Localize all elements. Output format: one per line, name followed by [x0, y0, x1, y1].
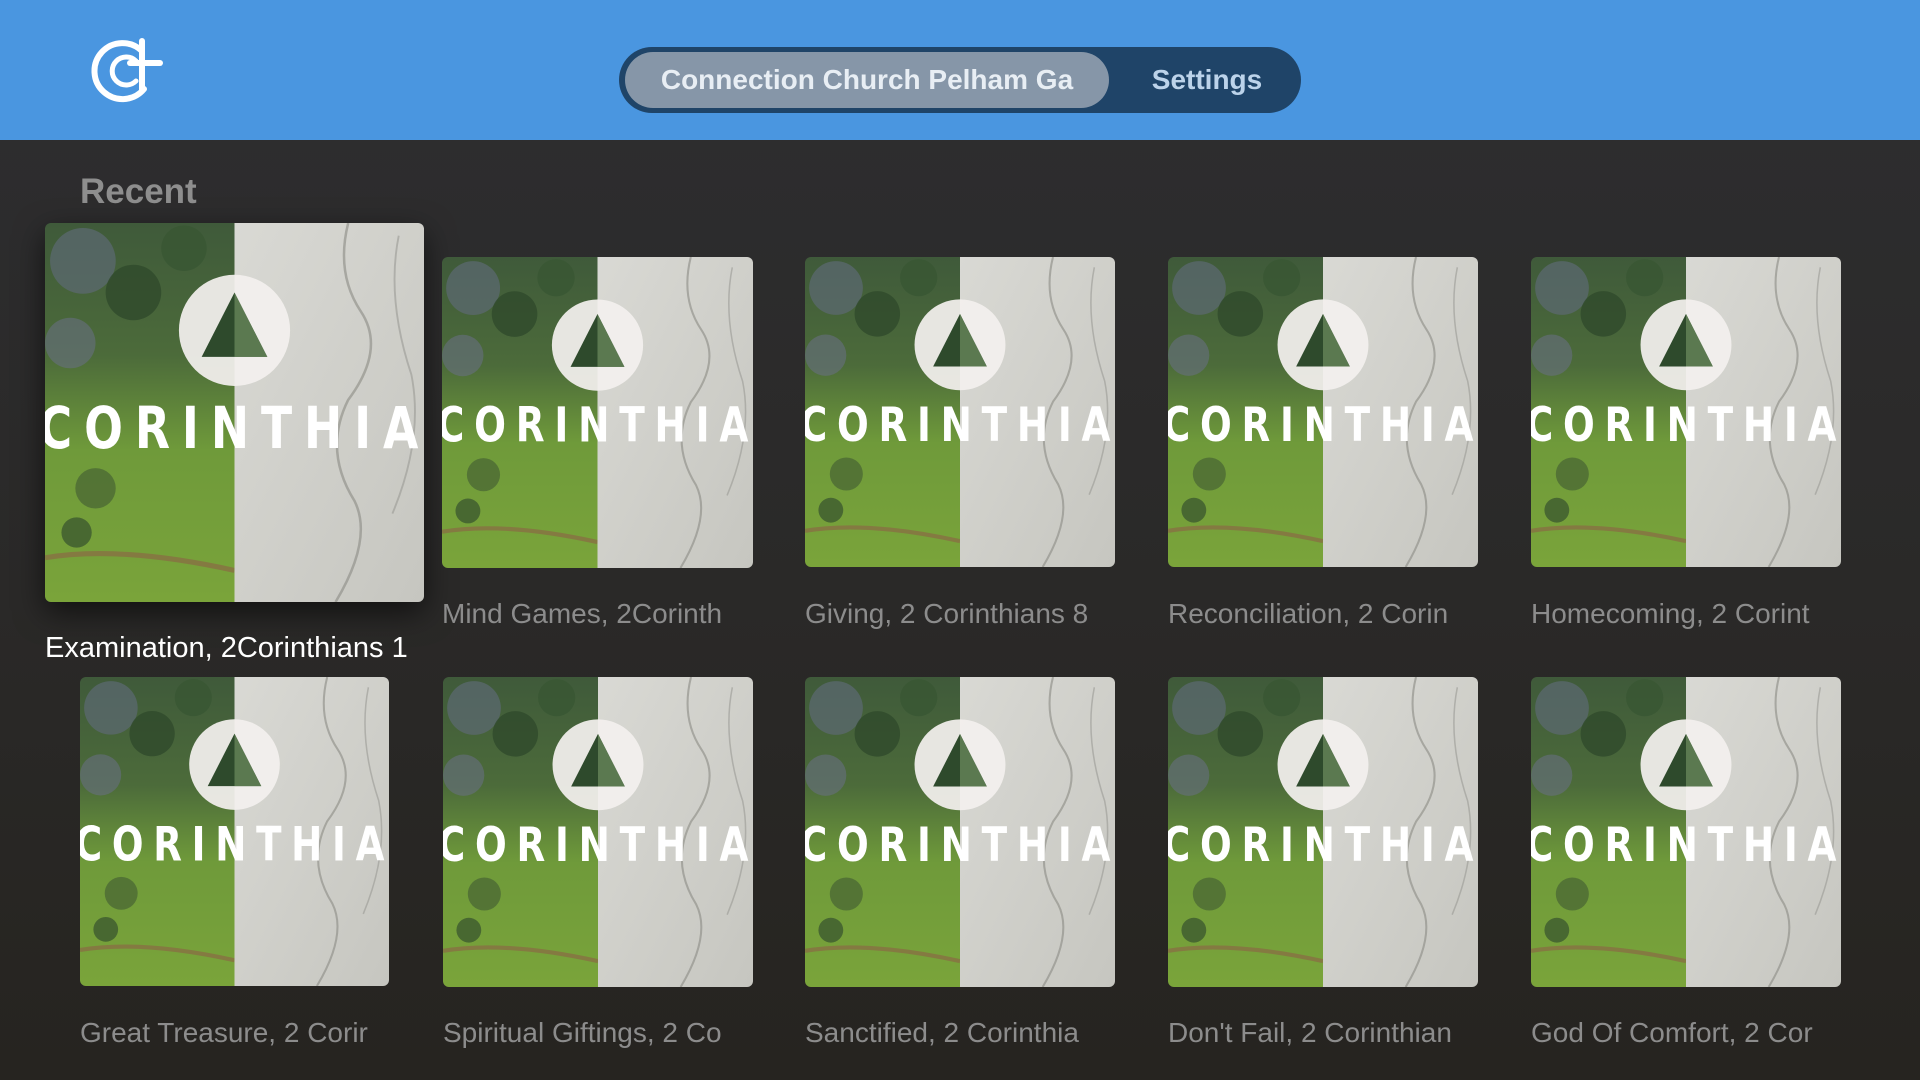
sermon-artwork: CORINTHIA	[805, 677, 1115, 987]
artwork-title-text: CORINTHIA	[442, 399, 753, 454]
sermon-artwork: CORINTHIA	[1168, 257, 1478, 567]
sermon-artwork: CORINTHIA	[45, 223, 424, 602]
artwork-title-text: CORINTHIA	[45, 394, 424, 462]
sermon-title: Sanctified, 2 Corinthia	[805, 1017, 1079, 1048]
sermon-artwork: CORINTHIA	[1531, 677, 1841, 987]
sermon-title: Reconciliation, 2 Corin	[1168, 598, 1449, 629]
artwork-title-text: CORINTHIA	[805, 398, 1115, 453]
sermon-tile[interactable]: CORINTHIA Don't Fail, 2 Corinthian	[1168, 677, 1478, 1053]
sermon-artwork: CORINTHIA	[443, 677, 753, 987]
sermon-artwork: CORINTHIA	[805, 257, 1115, 567]
sermon-artwork: CORINTHIA	[1168, 677, 1478, 987]
section-title-recent: Recent	[80, 172, 197, 211]
connection-church-logo-icon	[90, 33, 166, 109]
sermon-title: Mind Games, 2Corinth	[442, 598, 723, 629]
artwork-title-text: CORINTHIA	[1168, 398, 1478, 453]
sermon-title: Examination, 2Corinthians 1	[45, 632, 408, 664]
top-bar: Connection Church Pelham Ga Settings	[0, 0, 1920, 140]
artwork-title-text: CORINTHIA	[1531, 818, 1841, 873]
sermon-tile[interactable]: CORINTHIA God Of Comfort, 2 Cor	[1531, 677, 1841, 1053]
sermon-tile[interactable]: CORINTHIA Spiritual Giftings, 2 Co	[443, 677, 753, 1053]
sermon-title: God Of Comfort, 2 Cor	[1531, 1017, 1813, 1048]
sermon-tile[interactable]: CORINTHIA Examination, 2Corinthians 1	[45, 223, 424, 668]
sermon-tile[interactable]: CORINTHIA Great Treasure, 2 Corir	[80, 677, 389, 1053]
sermon-title: Giving, 2 Corinthians 8	[805, 598, 1089, 629]
sermon-tile[interactable]: CORINTHIA Sanctified, 2 Corinthia	[805, 677, 1115, 1053]
artwork-title-text: CORINTHIA	[80, 817, 389, 872]
sermon-artwork: CORINTHIA	[80, 677, 389, 986]
sermon-title: Great Treasure, 2 Corir	[80, 1017, 368, 1048]
sermon-tile[interactable]: CORINTHIA Giving, 2 Corinthians 8	[805, 257, 1115, 634]
top-nav: Connection Church Pelham Ga Settings	[619, 47, 1301, 113]
sermon-tile[interactable]: CORINTHIA Reconciliation, 2 Corin	[1168, 257, 1478, 634]
sermon-tile[interactable]: CORINTHIA Mind Games, 2Corinth	[442, 257, 753, 634]
sermon-title: Homecoming, 2 Corint	[1531, 598, 1810, 629]
artwork-title-text: CORINTHIA	[443, 818, 753, 873]
sermon-tile[interactable]: CORINTHIA Homecoming, 2 Corint	[1531, 257, 1841, 634]
artwork-title-text: CORINTHIA	[805, 818, 1115, 873]
sermon-artwork: CORINTHIA	[442, 257, 753, 568]
tab-settings[interactable]: Settings	[1117, 52, 1297, 108]
sermon-title: Spiritual Giftings, 2 Co	[443, 1017, 722, 1048]
artwork-title-text: CORINTHIA	[1531, 398, 1841, 453]
artwork-title-text: CORINTHIA	[1168, 818, 1478, 873]
sermon-artwork: CORINTHIA	[1531, 257, 1841, 567]
tab-connection-church-pelham-ga[interactable]: Connection Church Pelham Ga	[625, 52, 1109, 108]
sermon-title: Don't Fail, 2 Corinthian	[1168, 1017, 1452, 1048]
